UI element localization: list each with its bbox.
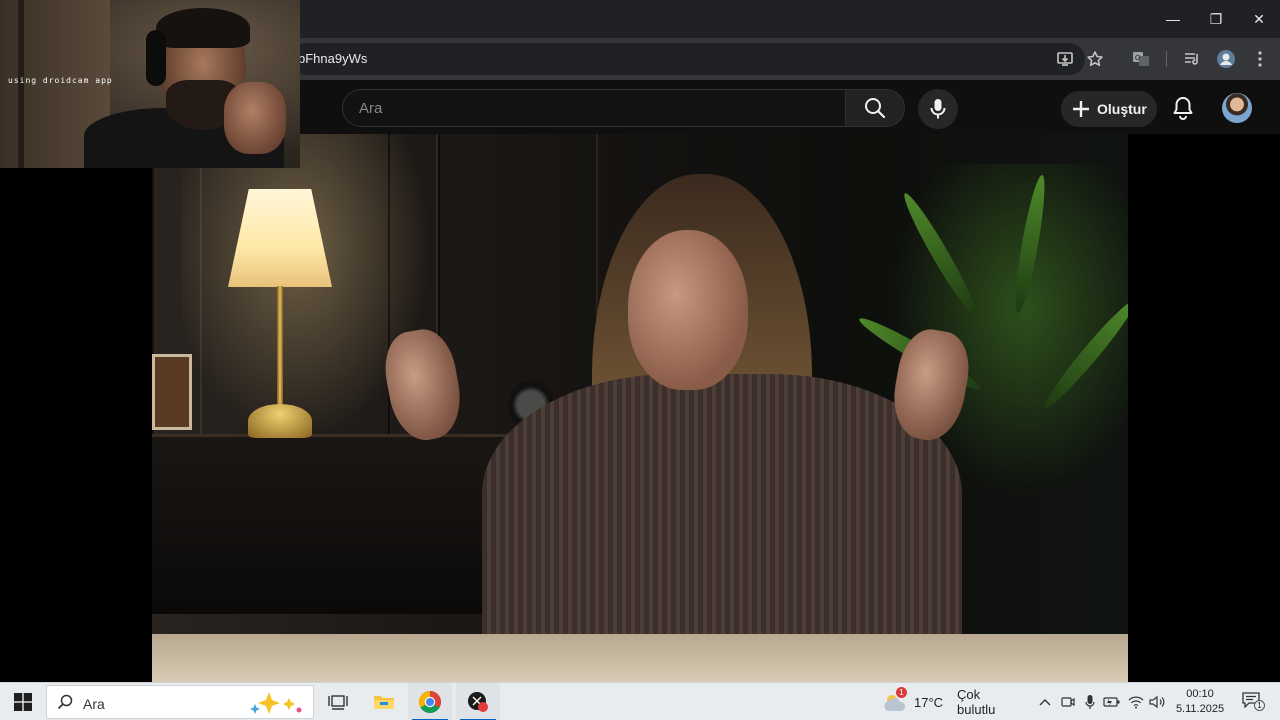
address-bar[interactable]: bFhna9yWs [290,43,1085,75]
microphone-tray-icon[interactable] [1079,683,1101,720]
svg-text:G: G [1135,55,1140,62]
video-person-face [628,230,748,390]
minimize-icon[interactable]: — [1151,0,1195,38]
url-text[interactable]: bFhna9yWs [298,51,367,66]
user-avatar[interactable] [1222,93,1252,123]
desktop-screen: — ❐ ✕ bFhna9yWs G Ara Oluştur using droi… [0,0,1280,720]
video-photo-frame [152,354,192,430]
copilot-sparkle-icon [250,692,302,714]
webcam-overlay: using droidcam app [0,0,300,168]
create-button[interactable]: Oluştur [1061,91,1157,127]
camera-icon[interactable] [1057,683,1079,720]
notification-center-button[interactable]: 1 [1238,683,1268,720]
start-button[interactable] [0,683,46,720]
create-button-label: Oluştur [1097,101,1147,117]
webcam-person-hair [156,8,250,48]
file-explorer-icon [374,696,394,709]
youtube-search-input[interactable]: Ara [342,89,846,127]
search-button[interactable] [845,89,905,127]
notification-count-badge: 1 [1254,700,1265,711]
task-view-icon [328,695,348,710]
kebab-menu-icon[interactable] [1248,47,1272,71]
clock-date: 5.11.2025 [1175,703,1225,715]
windows-start-icon [14,693,32,711]
mic-icon [930,99,946,119]
task-view-button[interactable] [316,683,360,720]
weather-alert-badge: 1 [896,687,907,698]
weather-description: Çok bulutlu [957,687,996,717]
search-icon [865,98,886,119]
battery-icon[interactable] [1101,683,1123,720]
recorder-taskbar-button[interactable] [456,683,500,720]
chrome-taskbar-button[interactable] [408,683,452,720]
recorder-icon [468,692,488,712]
weather-temperature: 17°C [914,694,944,710]
media-control-icon[interactable] [1180,47,1204,71]
search-icon [57,694,73,710]
toolbar-separator [1166,51,1167,67]
search-placeholder: Ara [359,100,383,117]
webcam-overlay-text: using droidcam app [8,76,113,85]
volume-icon[interactable] [1147,683,1169,720]
restore-icon[interactable]: ❐ [1194,0,1238,38]
weather-icon: 1 [882,687,908,713]
plus-icon [1073,101,1089,117]
chevron-up-icon[interactable] [1034,683,1056,720]
bell-icon [1173,97,1193,120]
weather-widget[interactable]: 1 17°C Çok bulutlu [882,683,1022,720]
chrome-icon [419,691,441,713]
windows-taskbar: Ara 1 17°C Çok bulutlu 00:10 5.11.2025 1 [0,682,1280,720]
video-lamp-stem [277,286,283,406]
bookmark-star-icon[interactable] [1083,47,1107,71]
video-person-body [482,374,962,674]
translate-icon[interactable]: G [1129,47,1153,71]
notifications-button[interactable] [1168,93,1198,123]
wifi-icon[interactable] [1125,683,1147,720]
video-table [152,634,1128,682]
taskbar-search-box[interactable]: Ara [46,685,314,719]
voice-search-button[interactable] [918,89,958,129]
notification-icon: 1 [1242,692,1265,712]
install-app-icon[interactable] [1053,47,1077,71]
webcam-person-hand [224,82,286,154]
video-player[interactable] [152,134,1128,682]
video-lamp-base [248,404,312,438]
taskbar-clock[interactable]: 00:10 5.11.2025 [1172,687,1228,717]
profile-icon[interactable] [1214,47,1238,71]
clock-time: 00:10 [1186,688,1214,700]
webcam-headset [146,30,166,86]
close-icon[interactable]: ✕ [1237,0,1280,38]
taskbar-search-placeholder: Ara [83,696,105,712]
file-explorer-button[interactable] [362,683,406,720]
